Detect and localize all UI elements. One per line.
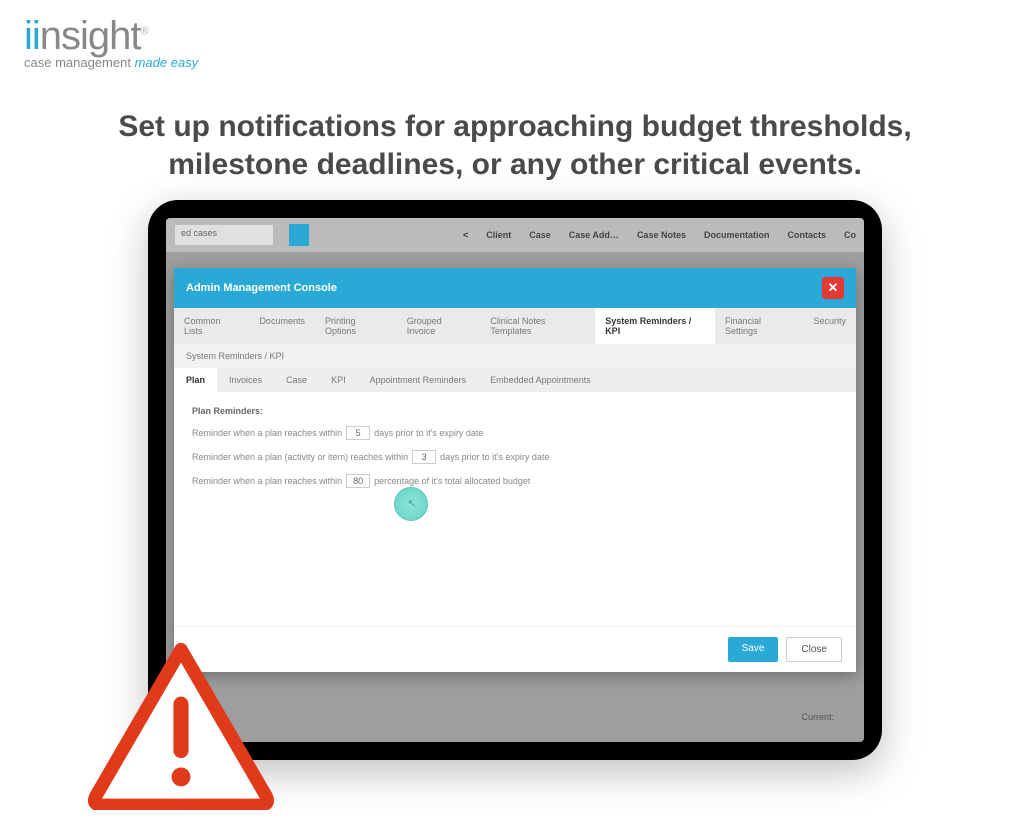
nav-contacts[interactable]: Contacts xyxy=(787,230,826,240)
tagline-a: case management xyxy=(24,55,135,70)
rule2-days-input[interactable] xyxy=(412,450,436,464)
tab-system-reminders-kpi[interactable]: System Reminders / KPI xyxy=(595,308,715,344)
sub-tab-case[interactable]: Case xyxy=(274,368,319,392)
rule1-text-a: Reminder when a plan reaches within xyxy=(192,428,342,438)
rule3-percent-input[interactable] xyxy=(346,474,370,488)
sub-tab-plan[interactable]: Plan xyxy=(174,368,217,392)
nav-more[interactable]: Co xyxy=(844,230,856,240)
rule3-text-b: percentage of it's total allocated budge… xyxy=(374,476,530,486)
sub-tab-appointment-reminders[interactable]: Appointment Reminders xyxy=(358,368,479,392)
background-nav: < Client Case Case Add… Case Notes Docum… xyxy=(463,230,856,240)
modal-footer: Save Close xyxy=(174,626,856,672)
background-topbar: ed cases < Client Case Case Add… Case No… xyxy=(166,218,864,252)
modal-header: Admin Management Console ✕ xyxy=(174,268,856,308)
tab-security[interactable]: Security xyxy=(803,308,856,344)
rule-activity-expiry: Reminder when a plan (activity or item) … xyxy=(192,450,838,464)
modal-top-tabs: Common Lists Documents Printing Options … xyxy=(174,308,856,344)
logo-text: iinsight® xyxy=(24,14,198,59)
rule1-days-input[interactable] xyxy=(346,426,370,440)
nav-client[interactable]: Client xyxy=(486,230,511,240)
save-button[interactable]: Save xyxy=(728,637,779,662)
tab-financial-settings[interactable]: Financial Settings xyxy=(715,308,803,344)
nav-case-add[interactable]: Case Add… xyxy=(569,230,619,240)
page-headline: Set up notifications for approaching bud… xyxy=(0,108,1030,183)
rule1-text-b: days prior to it's expiry date xyxy=(374,428,483,438)
sub-tab-embedded-appointments[interactable]: Embedded Appointments xyxy=(478,368,603,392)
cases-dropdown-toggle[interactable] xyxy=(289,224,309,246)
breadcrumb: System Reminders / KPI xyxy=(174,344,856,368)
tab-grouped-invoice[interactable]: Grouped Invoice xyxy=(397,308,481,344)
rule2-text-a: Reminder when a plan (activity or item) … xyxy=(192,452,408,462)
modal-sub-tabs: Plan Invoices Case KPI Appointment Remin… xyxy=(174,368,856,392)
nav-case[interactable]: Case xyxy=(529,230,551,240)
cursor-arrow-icon: ↖ xyxy=(407,497,416,510)
background-current-label: Current: xyxy=(801,712,834,722)
logo-tagline: case management made easy xyxy=(24,55,198,70)
plan-reminders-panel: Plan Reminders: Reminder when a plan rea… xyxy=(174,392,856,626)
modal-title: Admin Management Console xyxy=(186,282,337,294)
cases-dropdown[interactable]: ed cases xyxy=(174,224,274,246)
tab-common-lists[interactable]: Common Lists xyxy=(174,308,249,344)
admin-console-modal: Admin Management Console ✕ Common Lists … xyxy=(174,268,856,672)
rule-budget-percent: Reminder when a plan reaches within perc… xyxy=(192,474,838,488)
nav-case-notes[interactable]: Case Notes xyxy=(637,230,686,240)
logo-registered: ® xyxy=(141,26,148,38)
rule2-text-b: days prior to it's expiry date xyxy=(440,452,549,462)
sub-tab-invoices[interactable]: Invoices xyxy=(217,368,274,392)
rule3-text-a: Reminder when a plan reaches within xyxy=(192,476,342,486)
nav-prev-icon[interactable]: < xyxy=(463,230,468,240)
tab-clinical-notes-templates[interactable]: Clinical Notes Templates xyxy=(480,308,595,344)
tab-documents[interactable]: Documents xyxy=(249,308,315,344)
close-button[interactable]: Close xyxy=(786,637,842,662)
tagline-b: made easy xyxy=(135,55,199,70)
nav-documentation[interactable]: Documentation xyxy=(704,230,770,240)
cursor-highlight-icon: ↖ xyxy=(394,487,428,521)
section-title: Plan Reminders: xyxy=(192,406,838,416)
rule-plan-expiry: Reminder when a plan reaches within days… xyxy=(192,426,838,440)
sub-tab-kpi[interactable]: KPI xyxy=(319,368,358,392)
logo-ii: ii xyxy=(24,14,40,58)
alert-triangle-icon xyxy=(86,640,276,810)
tab-printing-options[interactable]: Printing Options xyxy=(315,308,397,344)
close-icon[interactable]: ✕ xyxy=(822,277,844,299)
logo-rest: nsight xyxy=(40,14,141,58)
brand-logo: iinsight® case management made easy xyxy=(24,14,198,70)
